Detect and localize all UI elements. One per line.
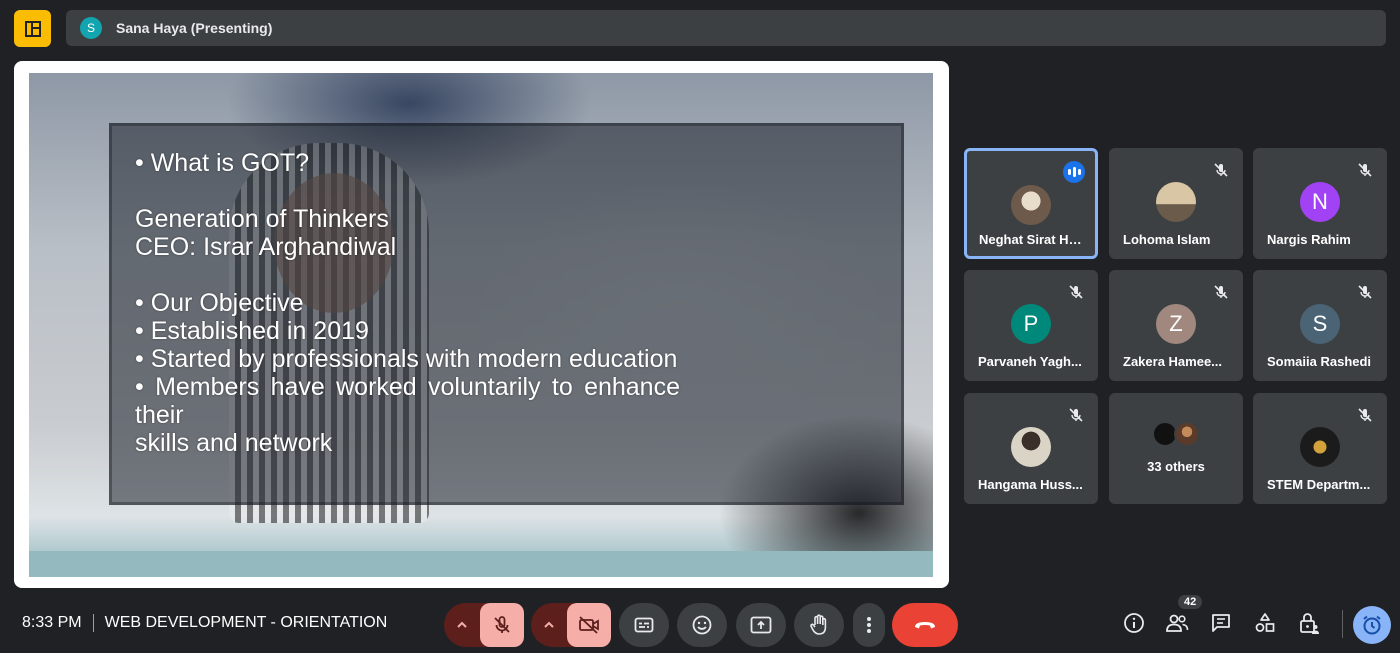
others-avatar [1174, 421, 1200, 447]
participant-name: Nargis Rahim [1267, 232, 1351, 247]
participant-name: Parvaneh Yagh... [978, 354, 1082, 369]
others-count: 33 others [1147, 459, 1205, 474]
alarm-clock-icon [1363, 615, 1381, 635]
chevron-up-icon [457, 621, 467, 628]
people-icon [1166, 614, 1189, 632]
clock-time: 8:33 PM [22, 614, 82, 631]
slide-line: CEO: Israr Arghandiwal [135, 233, 397, 261]
speaking-indicator-icon [1063, 161, 1085, 183]
info-icon [1124, 613, 1144, 633]
more-options-button[interactable] [853, 603, 885, 647]
presenter-label: Sana Haya (Presenting) [116, 20, 273, 36]
participant-tile[interactable]: N Nargis Rahim [1253, 148, 1387, 259]
present-screen-button[interactable] [736, 603, 786, 647]
audio-options-button[interactable] [444, 603, 480, 647]
mic-off-icon [1214, 285, 1228, 299]
participant-avatar: Z [1156, 304, 1196, 344]
participant-name: Neghat Sirat Ha... [979, 232, 1085, 247]
reactions-button[interactable] [677, 603, 727, 647]
slide-line: • What is GOT? [135, 149, 310, 177]
people-count-badge: 42 [1178, 595, 1203, 609]
host-controls-button[interactable] [1296, 610, 1322, 636]
raise-hand-button[interactable] [794, 603, 844, 647]
activities-icon [1255, 613, 1275, 632]
participant-tile[interactable]: Neghat Sirat Ha... [964, 148, 1098, 259]
presenter-bar: S Sana Haya (Presenting) [66, 10, 1386, 46]
participant-avatar: P [1011, 304, 1051, 344]
participant-avatar [1011, 185, 1051, 225]
slide-spacer [135, 261, 680, 289]
participant-name: Hangama Huss... [978, 477, 1083, 492]
participant-avatar: S [1300, 304, 1340, 344]
mic-off-icon [1214, 163, 1228, 177]
more-vert-icon [867, 617, 871, 633]
divider [1342, 610, 1343, 638]
mic-off-icon [1358, 163, 1372, 177]
mic-off-icon [1069, 408, 1083, 422]
microphone-toggle-button[interactable] [480, 603, 524, 647]
audio-control-group [444, 603, 524, 647]
screen-floor [29, 551, 933, 577]
participant-name: Somaiia Rashedi [1267, 354, 1372, 369]
call-end-icon [915, 622, 935, 629]
participant-name: STEM Departm... [1267, 477, 1371, 492]
captions-icon [634, 617, 654, 633]
participant-avatar [1011, 427, 1051, 467]
video-control-group [531, 603, 611, 647]
present-screen-icon [750, 616, 772, 634]
slide-spacer [135, 177, 680, 205]
timer-button[interactable] [1353, 606, 1391, 644]
leave-call-button[interactable] [892, 603, 958, 647]
participant-tile[interactable]: Lohoma Islam [1109, 148, 1243, 259]
slide-line: Generation of Thinkers [135, 205, 389, 233]
meeting-info: 8:33 PM WEB DEVELOPMENT - ORIENTATION [22, 614, 387, 632]
slide-line: • Established in 2019 [135, 317, 369, 345]
participant-name: Lohoma Islam [1123, 232, 1211, 247]
chevron-up-icon [544, 621, 554, 628]
participant-name: Zakera Hamee... [1123, 354, 1223, 369]
participant-tile[interactable]: STEM Departm... [1253, 393, 1387, 504]
slide-line: • Our Objective [135, 289, 304, 317]
captions-button[interactable] [619, 603, 669, 647]
participant-tile[interactable]: P Parvaneh Yagh... [964, 270, 1098, 381]
hand-icon [810, 614, 827, 635]
camera-toggle-button[interactable] [567, 603, 611, 647]
divider [92, 614, 94, 632]
others-tile[interactable]: 33 others [1109, 393, 1243, 504]
slide-line: • Started by professionals with modern e… [135, 345, 678, 373]
layout-icon [24, 20, 41, 37]
participant-avatar [1300, 427, 1340, 467]
video-options-button[interactable] [531, 603, 567, 647]
participant-avatar: N [1300, 182, 1340, 222]
presentation-stage: • What is GOT? Generation of Thinkers CE… [14, 61, 949, 588]
chat-button[interactable] [1208, 610, 1234, 636]
activities-button[interactable] [1252, 610, 1278, 636]
mic-off-icon [1069, 285, 1083, 299]
people-button[interactable] [1164, 610, 1190, 636]
lock-person-icon [1300, 613, 1319, 634]
presentation-screen: • What is GOT? Generation of Thinkers CE… [29, 73, 933, 577]
side-panel-toggle-button[interactable] [14, 10, 51, 47]
participant-tile[interactable]: Hangama Huss... [964, 393, 1098, 504]
participant-tile[interactable]: Z Zakera Hamee... [1109, 270, 1243, 381]
slide-text: • What is GOT? Generation of Thinkers CE… [135, 149, 680, 457]
presenter-avatar: S [80, 17, 102, 39]
chat-icon [1212, 614, 1230, 632]
mic-off-icon [1358, 285, 1372, 299]
participant-tile[interactable]: S Somaiia Rashedi [1253, 270, 1387, 381]
others-avatars [1152, 421, 1204, 449]
meeting-title: WEB DEVELOPMENT - ORIENTATION [104, 614, 388, 631]
participant-avatar [1156, 182, 1196, 222]
slide-line: skills and network [135, 429, 333, 457]
mic-off-icon [1358, 408, 1372, 422]
emoji-icon [692, 615, 712, 635]
meeting-details-button[interactable] [1121, 610, 1147, 636]
mic-off-icon [494, 616, 510, 633]
camera-off-icon [579, 616, 599, 634]
slide-line: • Members have worked voluntarily to enh… [135, 373, 680, 429]
